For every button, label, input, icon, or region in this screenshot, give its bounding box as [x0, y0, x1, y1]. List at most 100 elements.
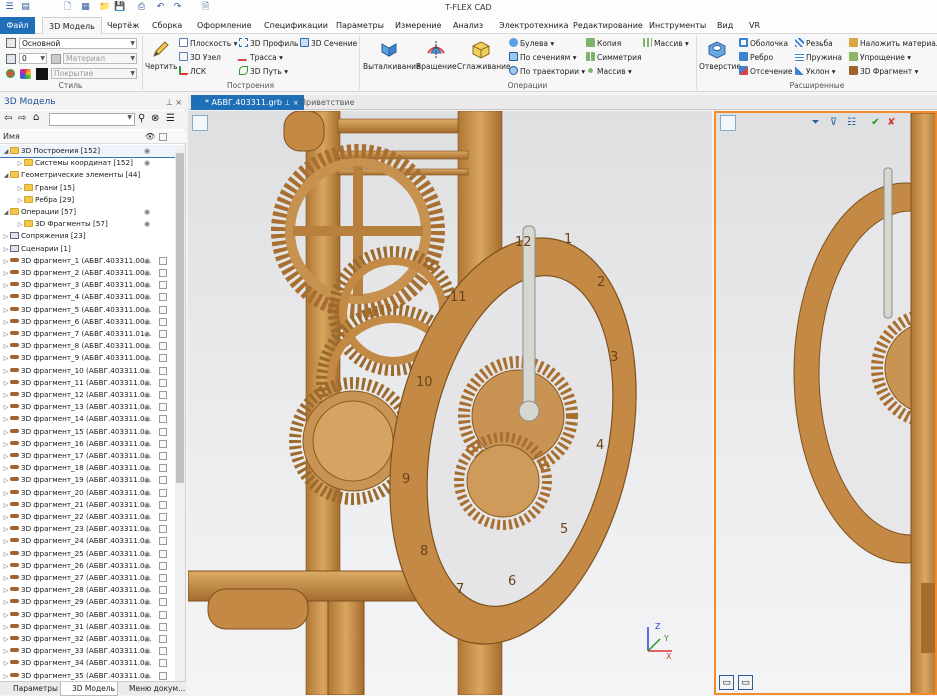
smooth-button[interactable]: Сглаживание [457, 38, 511, 71]
fragment-copy-icon[interactable] [159, 488, 167, 497]
tree-item-fragment[interactable]: ▷ 3D фрагмент_21 (АБВГ.403311.0... ◉ [0, 499, 175, 511]
visibility-icon[interactable]: ◉ [144, 657, 150, 669]
tree-item-fragment[interactable]: ▷ 3D фрагмент_4 (АБВГ.403311.00... ◉ [0, 291, 175, 303]
expand-arrow-icon[interactable]: ▷ [2, 280, 10, 292]
plane-button[interactable]: Плоскость ▾ [179, 38, 237, 48]
visibility-icon[interactable]: ◉ [144, 206, 150, 218]
symmetry-button[interactable]: Симметрия [586, 52, 642, 62]
tree-item-fragment[interactable]: ▷ 3D фрагмент_24 (АБВГ.403311.0... ◉ [0, 535, 175, 547]
tree-item-fragment[interactable]: ▷ 3D фрагмент_16 (АБВГ.403311.0... ◉ [0, 438, 175, 450]
visibility-column-icon[interactable]: 👁 [145, 130, 155, 144]
expand-arrow-icon[interactable]: ▷ [2, 231, 10, 243]
visibility-icon[interactable]: ◉ [144, 279, 150, 291]
tree-item[interactable]: ▷ Грани [15] [0, 182, 175, 194]
tab-3d-model[interactable]: 3D Модель [42, 17, 102, 34]
expand-arrow-icon[interactable]: ▷ [2, 329, 10, 341]
back-icon[interactable]: ⇦ [4, 113, 12, 124]
node3d-button[interactable]: 3D Узел [179, 52, 221, 62]
visibility-icon[interactable]: ◉ [144, 365, 150, 377]
tree-item-fragment[interactable]: ▷ 3D фрагмент_8 (АБВГ.403311.00... ◉ [0, 340, 175, 352]
fragment-copy-icon[interactable] [159, 403, 167, 412]
fragment-copy-icon[interactable] [159, 671, 167, 680]
material-select[interactable]: Материал ▼ [63, 53, 137, 64]
array-button[interactable]: Массив ▾ [586, 66, 632, 76]
shell-button[interactable]: Оболочка [739, 38, 788, 48]
fragment-copy-icon[interactable] [159, 330, 167, 338]
visibility-icon[interactable]: ◉ [144, 401, 150, 413]
fragment-copy-icon[interactable] [159, 305, 167, 314]
visibility-icon[interactable]: ◉ [144, 645, 150, 657]
expand-arrow-icon[interactable]: ▷ [2, 463, 10, 475]
visibility-icon[interactable]: ◉ [144, 560, 150, 572]
fragment-copy-icon[interactable] [159, 513, 167, 521]
visibility-icon[interactable]: ◉ [144, 413, 150, 425]
fragment-copy-icon[interactable] [159, 281, 167, 290]
visibility-icon[interactable]: ◉ [144, 267, 150, 279]
layer-select[interactable]: Основной ▼ [19, 38, 137, 49]
tree-item[interactable]: ◢ Операции [57] ◉ [0, 206, 175, 218]
tree-item[interactable]: ▷ Системы координат [152] ◉ [0, 157, 175, 169]
tree-search-input[interactable]: ▼ [49, 113, 135, 126]
tab-tools[interactable]: Инструменты [649, 17, 706, 34]
tree-item-fragment[interactable]: ▷ 3D фрагмент_6 (АБВГ.403311.00... ◉ [0, 316, 175, 328]
cutoff-button[interactable]: Отсечение [739, 66, 792, 76]
fragment-copy-icon[interactable] [159, 500, 167, 509]
tab-editing[interactable]: Редактирование [573, 17, 643, 34]
tab-3d-model-panel[interactable]: 3D Модель [60, 682, 118, 696]
expand-arrow-icon[interactable]: ▷ [2, 500, 10, 512]
tree-item-fragment[interactable]: ▷ 3D фрагмент_34 (АБВГ.403311.0... ◉ [0, 657, 175, 669]
slope-button[interactable]: Уклон ▾ [795, 66, 836, 76]
tree-item-fragment[interactable]: ▷ 3D фрагмент_10 (АБВГ.403311.0... ◉ [0, 365, 175, 377]
expand-arrow-icon[interactable]: ▷ [2, 658, 10, 670]
visibility-icon[interactable]: ◉ [144, 304, 150, 316]
expand-arrow-icon[interactable]: ▷ [2, 597, 10, 609]
tree-item-fragment[interactable]: ▷ 3D фрагмент_13 (АБВГ.403311.0... ◉ [0, 401, 175, 413]
expand-arrow-icon[interactable]: ▷ [2, 573, 10, 585]
hole-button[interactable]: Отверстие [699, 38, 741, 71]
fragment-copy-icon[interactable] [159, 452, 167, 460]
search-icon[interactable]: ⚲ [138, 113, 145, 124]
tree-item-fragment[interactable]: ▷ 3D фрагмент_2 (АБВГ.403311.00... ◉ [0, 267, 175, 279]
fragment-copy-icon[interactable] [159, 647, 167, 656]
spring-button[interactable]: Пружина [795, 52, 842, 62]
panel-pin-icon[interactable]: ⊥ × [166, 95, 182, 110]
fragment-copy-icon[interactable] [159, 317, 167, 326]
tree-item-fragment[interactable]: ▷ 3D фрагмент_19 (АБВГ.403311.0... ◉ [0, 474, 175, 486]
expand-arrow-icon[interactable]: ▷ [2, 402, 10, 414]
tab-measure[interactable]: Измерение [395, 17, 442, 34]
expand-arrow-icon[interactable]: ▷ [2, 475, 10, 487]
tab-vr[interactable]: VR [749, 17, 760, 34]
expand-arrow-icon[interactable]: ▷ [2, 536, 10, 548]
tree-item-fragment[interactable]: ▷ 3D фрагмент_32 (АБВГ.403311.0... ◉ [0, 633, 175, 645]
visibility-icon[interactable]: ◉ [144, 328, 150, 340]
expand-arrow-icon[interactable]: ▷ [2, 524, 10, 536]
level-select[interactable]: 0 ▼ [19, 53, 47, 64]
visibility-icon[interactable]: ◉ [144, 487, 150, 499]
array2-button[interactable]: Массив ▾ [643, 38, 689, 48]
tab-assembly[interactable]: Сборка [152, 17, 182, 34]
expand-arrow-icon[interactable]: ▷ [2, 646, 10, 658]
fragment-copy-icon[interactable] [159, 293, 167, 302]
tab-document-menu[interactable]: Меню докум... [118, 682, 186, 696]
expand-arrow-icon[interactable]: ▷ [2, 427, 10, 439]
expand-arrow-icon[interactable]: ▷ [2, 268, 10, 280]
clear-search-icon[interactable]: ⊗ [151, 113, 159, 124]
fragment-copy-icon[interactable] [159, 415, 167, 424]
tab-electrical[interactable]: Электротехника [499, 17, 569, 34]
tree-item-fragment[interactable]: ▷ 3D фрагмент_22 (АБВГ.403311.0... ◉ [0, 511, 175, 523]
viewport-3d-secondary[interactable]: ⏷ ⊽ ☷ ✔ ✘ ▦ ▭ ▭ [714, 111, 937, 695]
expand-arrow-icon[interactable]: ▷ [2, 414, 10, 426]
expand-arrow-icon[interactable]: ▷ [2, 292, 10, 304]
color-icon[interactable] [6, 69, 15, 78]
visibility-icon[interactable]: ◉ [144, 670, 150, 681]
expand-arrow-icon[interactable]: ▷ [2, 610, 10, 622]
tab-analysis[interactable]: Анализ [453, 17, 483, 34]
visibility-icon[interactable]: ◉ [144, 340, 150, 352]
expand-arrow-icon[interactable]: ▷ [2, 634, 10, 646]
tab-parameters-panel[interactable]: Параметры [2, 682, 60, 696]
rotate-button[interactable]: Вращение [416, 38, 457, 71]
expand-arrow-icon[interactable]: ▷ [2, 256, 10, 268]
profile3d-button[interactable]: 3D Профиль [239, 38, 298, 48]
expand-arrow-icon[interactable]: ▷ [2, 549, 10, 561]
tree-item-fragment[interactable]: ▷ 3D фрагмент_9 (АБВГ.403311.00... ◉ [0, 352, 175, 364]
